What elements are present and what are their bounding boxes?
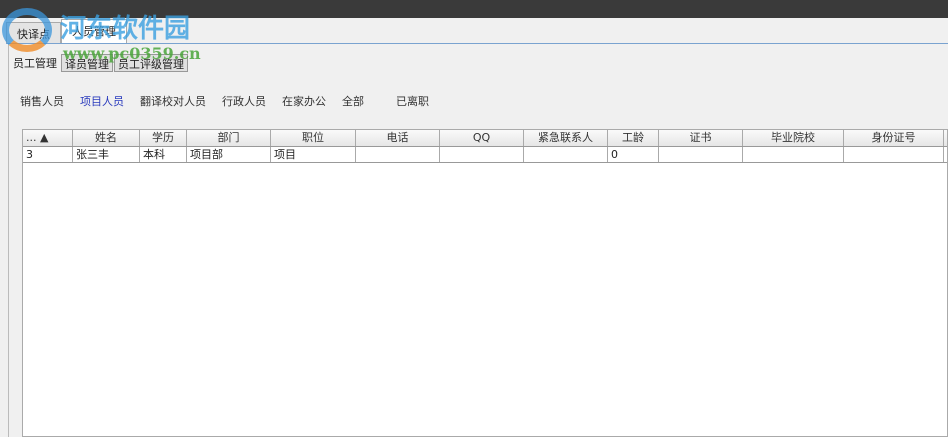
column-header[interactable]: 姓名 <box>73 130 140 146</box>
table-cell[interactable]: 项目部 <box>187 147 271 162</box>
table-cell[interactable] <box>659 147 743 162</box>
sub-tabs: 员工管理 译员管理 员工评级管理 <box>10 54 189 72</box>
table-cell[interactable]: 项目 <box>271 147 356 162</box>
column-header[interactable]: 毕业院校 <box>743 130 844 146</box>
tab-personnel[interactable]: 人员管理 <box>61 19 127 44</box>
filter-bar: 销售人员 项目人员 翻译校对人员 行政人员 在家办公 全部 已离职 <box>20 93 445 109</box>
main-tabs: 快译点 人员管理 <box>6 18 127 44</box>
filter-admin[interactable]: 行政人员 <box>222 93 266 109</box>
title-bar <box>0 0 948 18</box>
table-cell[interactable] <box>356 147 440 162</box>
table-header: ... ▲ 姓名 学历 部门 职位 电话 QQ 紧急联系人 工龄 证书 毕业院校 身份证号 <box>23 130 947 147</box>
column-header[interactable]: 身份证号 <box>844 130 944 146</box>
tab-kuaiyidian[interactable]: 快译点 <box>6 22 61 44</box>
tab-rating[interactable]: 员工评级管理 <box>114 54 188 72</box>
column-header[interactable]: 紧急联系人 <box>524 130 608 146</box>
tab-employee[interactable]: 员工管理 <box>10 54 60 72</box>
column-header[interactable]: QQ <box>440 130 524 146</box>
column-header[interactable]: 学历 <box>140 130 187 146</box>
filter-resigned[interactable]: 已离职 <box>396 93 429 109</box>
filter-translation[interactable]: 翻译校对人员 <box>140 93 206 109</box>
table-cell[interactable]: 本科 <box>140 147 187 162</box>
filter-all[interactable]: 全部 <box>342 93 364 109</box>
column-header[interactable]: 工龄 <box>608 130 659 146</box>
table-cell[interactable]: 0 <box>608 147 659 162</box>
tab-translator[interactable]: 译员管理 <box>61 54 113 72</box>
column-header[interactable]: 职位 <box>271 130 356 146</box>
table-cell[interactable] <box>524 147 608 162</box>
table-cell[interactable] <box>844 147 944 162</box>
filter-project[interactable]: 项目人员 <box>80 93 124 109</box>
filter-sales[interactable]: 销售人员 <box>20 93 64 109</box>
table-cell[interactable] <box>440 147 524 162</box>
column-header[interactable]: ... ▲ <box>23 130 73 146</box>
filter-home[interactable]: 在家办公 <box>282 93 326 109</box>
table-row[interactable]: 3 张三丰 本科 项目部 项目 0 <box>23 147 947 163</box>
employee-table: ... ▲ 姓名 学历 部门 职位 电话 QQ 紧急联系人 工龄 证书 毕业院校 身份证号 3 张三丰本… <box>22 129 948 437</box>
column-header[interactable]: 部门 <box>187 130 271 146</box>
table-cell[interactable] <box>743 147 844 162</box>
column-header[interactable]: 证书 <box>659 130 743 146</box>
table-cell[interactable]: 张三丰 <box>73 147 140 162</box>
column-header[interactable]: 电话 <box>356 130 440 146</box>
table-cell[interactable]: 3 <box>23 147 73 162</box>
